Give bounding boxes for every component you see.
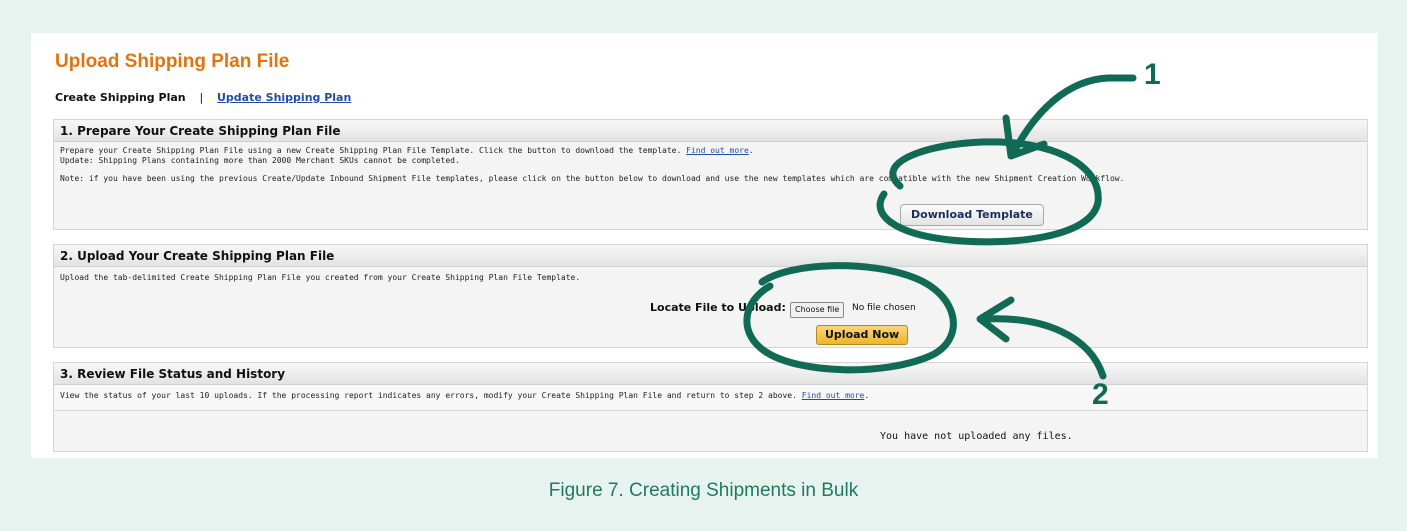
section-3-text-body: View the status of your last 10 uploads.… bbox=[60, 391, 797, 400]
section-1-note: Note: if you have been using the previou… bbox=[60, 174, 1125, 183]
section-1-line2: Update: Shipping Plans containing more t… bbox=[60, 156, 460, 165]
upload-now-button[interactable]: Upload Now bbox=[816, 325, 909, 345]
section-upload-file: 2. Upload Your Create Shipping Plan File… bbox=[53, 244, 1368, 348]
update-shipping-plan-link[interactable]: Update Shipping Plan bbox=[217, 91, 351, 104]
find-out-more-link-2[interactable]: Find out more bbox=[802, 391, 865, 400]
section-1-line1: Prepare your Create Shipping Plan File u… bbox=[60, 146, 682, 155]
section-1-heading: 1. Prepare Your Create Shipping Plan Fil… bbox=[54, 120, 1367, 142]
section-2-heading: 2. Upload Your Create Shipping Plan File bbox=[54, 245, 1367, 267]
choose-file-button[interactable]: Choose file bbox=[790, 302, 845, 318]
section-3-text: View the status of your last 10 uploads.… bbox=[54, 385, 1367, 411]
download-template-button[interactable]: Download Template bbox=[900, 204, 1044, 226]
subnav-separator: | bbox=[199, 91, 204, 104]
section-1-text: Prepare your Create Shipping Plan File u… bbox=[54, 142, 1367, 187]
locate-file-label: Locate File to Upload: bbox=[650, 301, 786, 314]
subnav: Create Shipping Plan | Update Shipping P… bbox=[55, 91, 351, 104]
marker-1: 1 bbox=[1144, 58, 1161, 91]
find-out-more-link[interactable]: Find out more bbox=[686, 146, 749, 155]
section-3-heading: 3. Review File Status and History bbox=[54, 363, 1367, 385]
section-review-status: 3. Review File Status and History View t… bbox=[53, 362, 1368, 452]
screenshot-frame: Upload Shipping Plan File Create Shippin… bbox=[31, 33, 1378, 458]
figure-caption: Figure 7. Creating Shipments in Bulk bbox=[548, 480, 859, 501]
no-uploads-message: You have not uploaded any files. bbox=[880, 431, 1073, 442]
no-file-chosen-text: No file chosen bbox=[852, 303, 916, 313]
subnav-create-plan: Create Shipping Plan bbox=[55, 91, 186, 104]
marker-2: 2 bbox=[1092, 378, 1109, 411]
section-2-text: Upload the tab-delimited Create Shipping… bbox=[60, 273, 581, 282]
section-prepare-file: 1. Prepare Your Create Shipping Plan Fil… bbox=[53, 119, 1368, 230]
page-title: Upload Shipping Plan File bbox=[55, 51, 290, 72]
